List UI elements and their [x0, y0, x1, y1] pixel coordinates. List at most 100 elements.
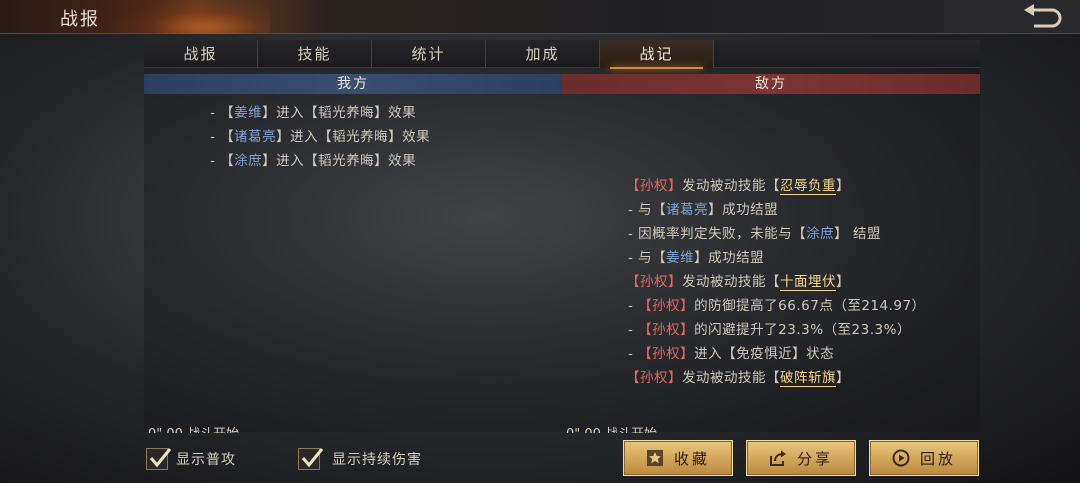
replay-button-label: 回放	[919, 449, 956, 468]
log-text: 】 结盟	[834, 226, 881, 242]
log-text: 发动被动技能【	[682, 370, 780, 386]
effect-name: 韬光养晦	[318, 105, 375, 121]
play-icon	[892, 449, 910, 467]
our-side-header: 我方	[144, 74, 562, 94]
log-dash: -	[628, 322, 634, 338]
log-dash: -	[628, 250, 634, 266]
log-bracket: 【	[638, 346, 653, 362]
general-name[interactable]: 孙权	[652, 346, 680, 362]
general-name[interactable]: 涂庶	[806, 226, 834, 242]
log-bracket: 【	[638, 322, 653, 338]
log-bracket: 【	[626, 370, 640, 386]
log-bracket: 】	[262, 153, 277, 169]
log-line: - 与【姜维】成功结盟	[628, 246, 764, 266]
share-button-label: 分享	[796, 449, 833, 468]
effect-name: 韬光养晦	[332, 129, 389, 145]
general-name[interactable]: 孙权	[652, 322, 680, 338]
log-bracket: 【	[638, 298, 653, 314]
log-bracket: 】	[668, 370, 682, 386]
tab-skills[interactable]: 技能	[258, 40, 372, 68]
general-name[interactable]: 孙权	[640, 370, 668, 386]
log-line: 【孙权】发动被动技能【十面埋伏】	[626, 270, 850, 291]
log-line: - 与【诸葛亮】成功结盟	[628, 198, 778, 218]
tab-bonus[interactable]: 加成	[486, 40, 600, 68]
page-title: 战报	[60, 9, 100, 30]
log-line: - 【孙权】进入【免疫惧近】状态	[628, 342, 834, 362]
log-text: 进入【	[276, 153, 319, 169]
log-dash: -	[210, 105, 216, 121]
ember-glow	[110, 0, 270, 34]
log-text: 】效果	[388, 129, 431, 145]
log-dash: -	[210, 129, 216, 145]
return-arrow-icon	[1024, 4, 1062, 28]
tab-battle-log[interactable]: 战记	[600, 40, 714, 69]
show-dot-damage-checkbox[interactable]	[298, 448, 324, 470]
replay-button[interactable]: 回放	[869, 440, 979, 476]
log-dash: -	[628, 226, 634, 242]
log-text: 与【	[638, 250, 667, 266]
log-line: - 因概率判定失败，未能与【涂庶】 结盟	[628, 222, 881, 242]
log-text: 】	[836, 178, 850, 194]
show-dot-damage-label: 显示持续伤害	[332, 452, 422, 468]
log-text: 因概率判定失败，未能与【	[638, 226, 807, 242]
skill-name[interactable]: 破阵斩旗	[780, 370, 836, 387]
log-text: 】	[836, 370, 850, 386]
log-bracket: 【	[626, 178, 640, 194]
log-bracket: 】	[680, 346, 695, 362]
log-bracket: 】	[262, 105, 277, 121]
show-normal-attack-label: 显示普攻	[176, 452, 236, 468]
share-button[interactable]: 分享	[746, 440, 856, 476]
log-bracket: 【	[626, 274, 640, 290]
general-name[interactable]: 姜维	[666, 250, 694, 266]
general-name[interactable]: 涂庶	[234, 153, 262, 169]
log-line: - 【姜维】进入【韬光养晦】效果	[210, 101, 416, 121]
tab-battle-report[interactable]: 战报	[144, 40, 258, 68]
log-line: - 【孙权】的防御提高了66.67点（至214.97）	[628, 294, 926, 314]
back-button[interactable]	[1018, 2, 1066, 32]
favorite-button[interactable]: 收藏	[623, 440, 733, 476]
general-name[interactable]: 诸葛亮	[234, 129, 276, 145]
checkmark-icon	[149, 448, 172, 468]
log-text: 进入【	[276, 105, 319, 121]
favorite-button-label: 收藏	[673, 449, 710, 468]
tab-bar: 战报 技能 统计 加成 战记	[144, 40, 980, 69]
skill-name[interactable]: 十面埋伏	[780, 274, 836, 291]
log-text: 的闪避提升了23.3%（至23.3%）	[694, 322, 911, 338]
general-name[interactable]: 姜维	[234, 105, 262, 121]
general-name[interactable]: 诸葛亮	[666, 202, 708, 218]
log-dash: -	[628, 346, 634, 362]
log-line: - 【孙权】的闪避提升了23.3%（至23.3%）	[628, 318, 911, 338]
general-name[interactable]: 孙权	[640, 178, 668, 194]
effect-name: 韬光养晦	[318, 153, 375, 169]
checkmark-icon	[301, 448, 324, 468]
log-line: - 【涂庶】进入【韬光养晦】效果	[210, 149, 416, 169]
log-line: 【孙权】发动被动技能【破阵斩旗】	[626, 366, 850, 387]
log-text: 】效果	[374, 105, 417, 121]
log-bracket: 】	[680, 322, 695, 338]
log-dash: -	[628, 298, 634, 314]
log-dash: -	[628, 202, 634, 218]
general-name[interactable]: 孙权	[652, 298, 680, 314]
log-bracket: 】	[668, 178, 682, 194]
log-text: 发动被动技能【	[682, 178, 780, 194]
skill-name[interactable]: 忍辱负重	[780, 178, 836, 195]
general-name[interactable]: 孙权	[640, 274, 668, 290]
log-bracket: 【	[220, 153, 235, 169]
top-bar	[0, 0, 1080, 34]
log-dash: -	[210, 153, 216, 169]
log-text: 进入【	[290, 129, 333, 145]
log-text: 发动被动技能【	[682, 274, 780, 290]
log-text: 】成功结盟	[694, 250, 765, 266]
tab-statistics[interactable]: 统计	[372, 40, 486, 68]
log-line: - 【诸葛亮】进入【韬光养晦】效果	[210, 125, 430, 145]
log-bracket: 】	[276, 129, 291, 145]
star-icon	[646, 450, 663, 466]
log-bracket: 【	[220, 129, 235, 145]
log-bracket: 【	[220, 105, 235, 121]
log-text: 】成功结盟	[708, 202, 779, 218]
show-normal-attack-checkbox[interactable]	[146, 448, 172, 470]
log-line: 【孙权】发动被动技能【忍辱负重】	[626, 174, 850, 195]
log-text: 进入【免疫惧近】状态	[694, 346, 835, 362]
log-text: 的防御提高了66.67点（至214.97）	[694, 298, 926, 314]
log-text: 】	[836, 274, 850, 290]
